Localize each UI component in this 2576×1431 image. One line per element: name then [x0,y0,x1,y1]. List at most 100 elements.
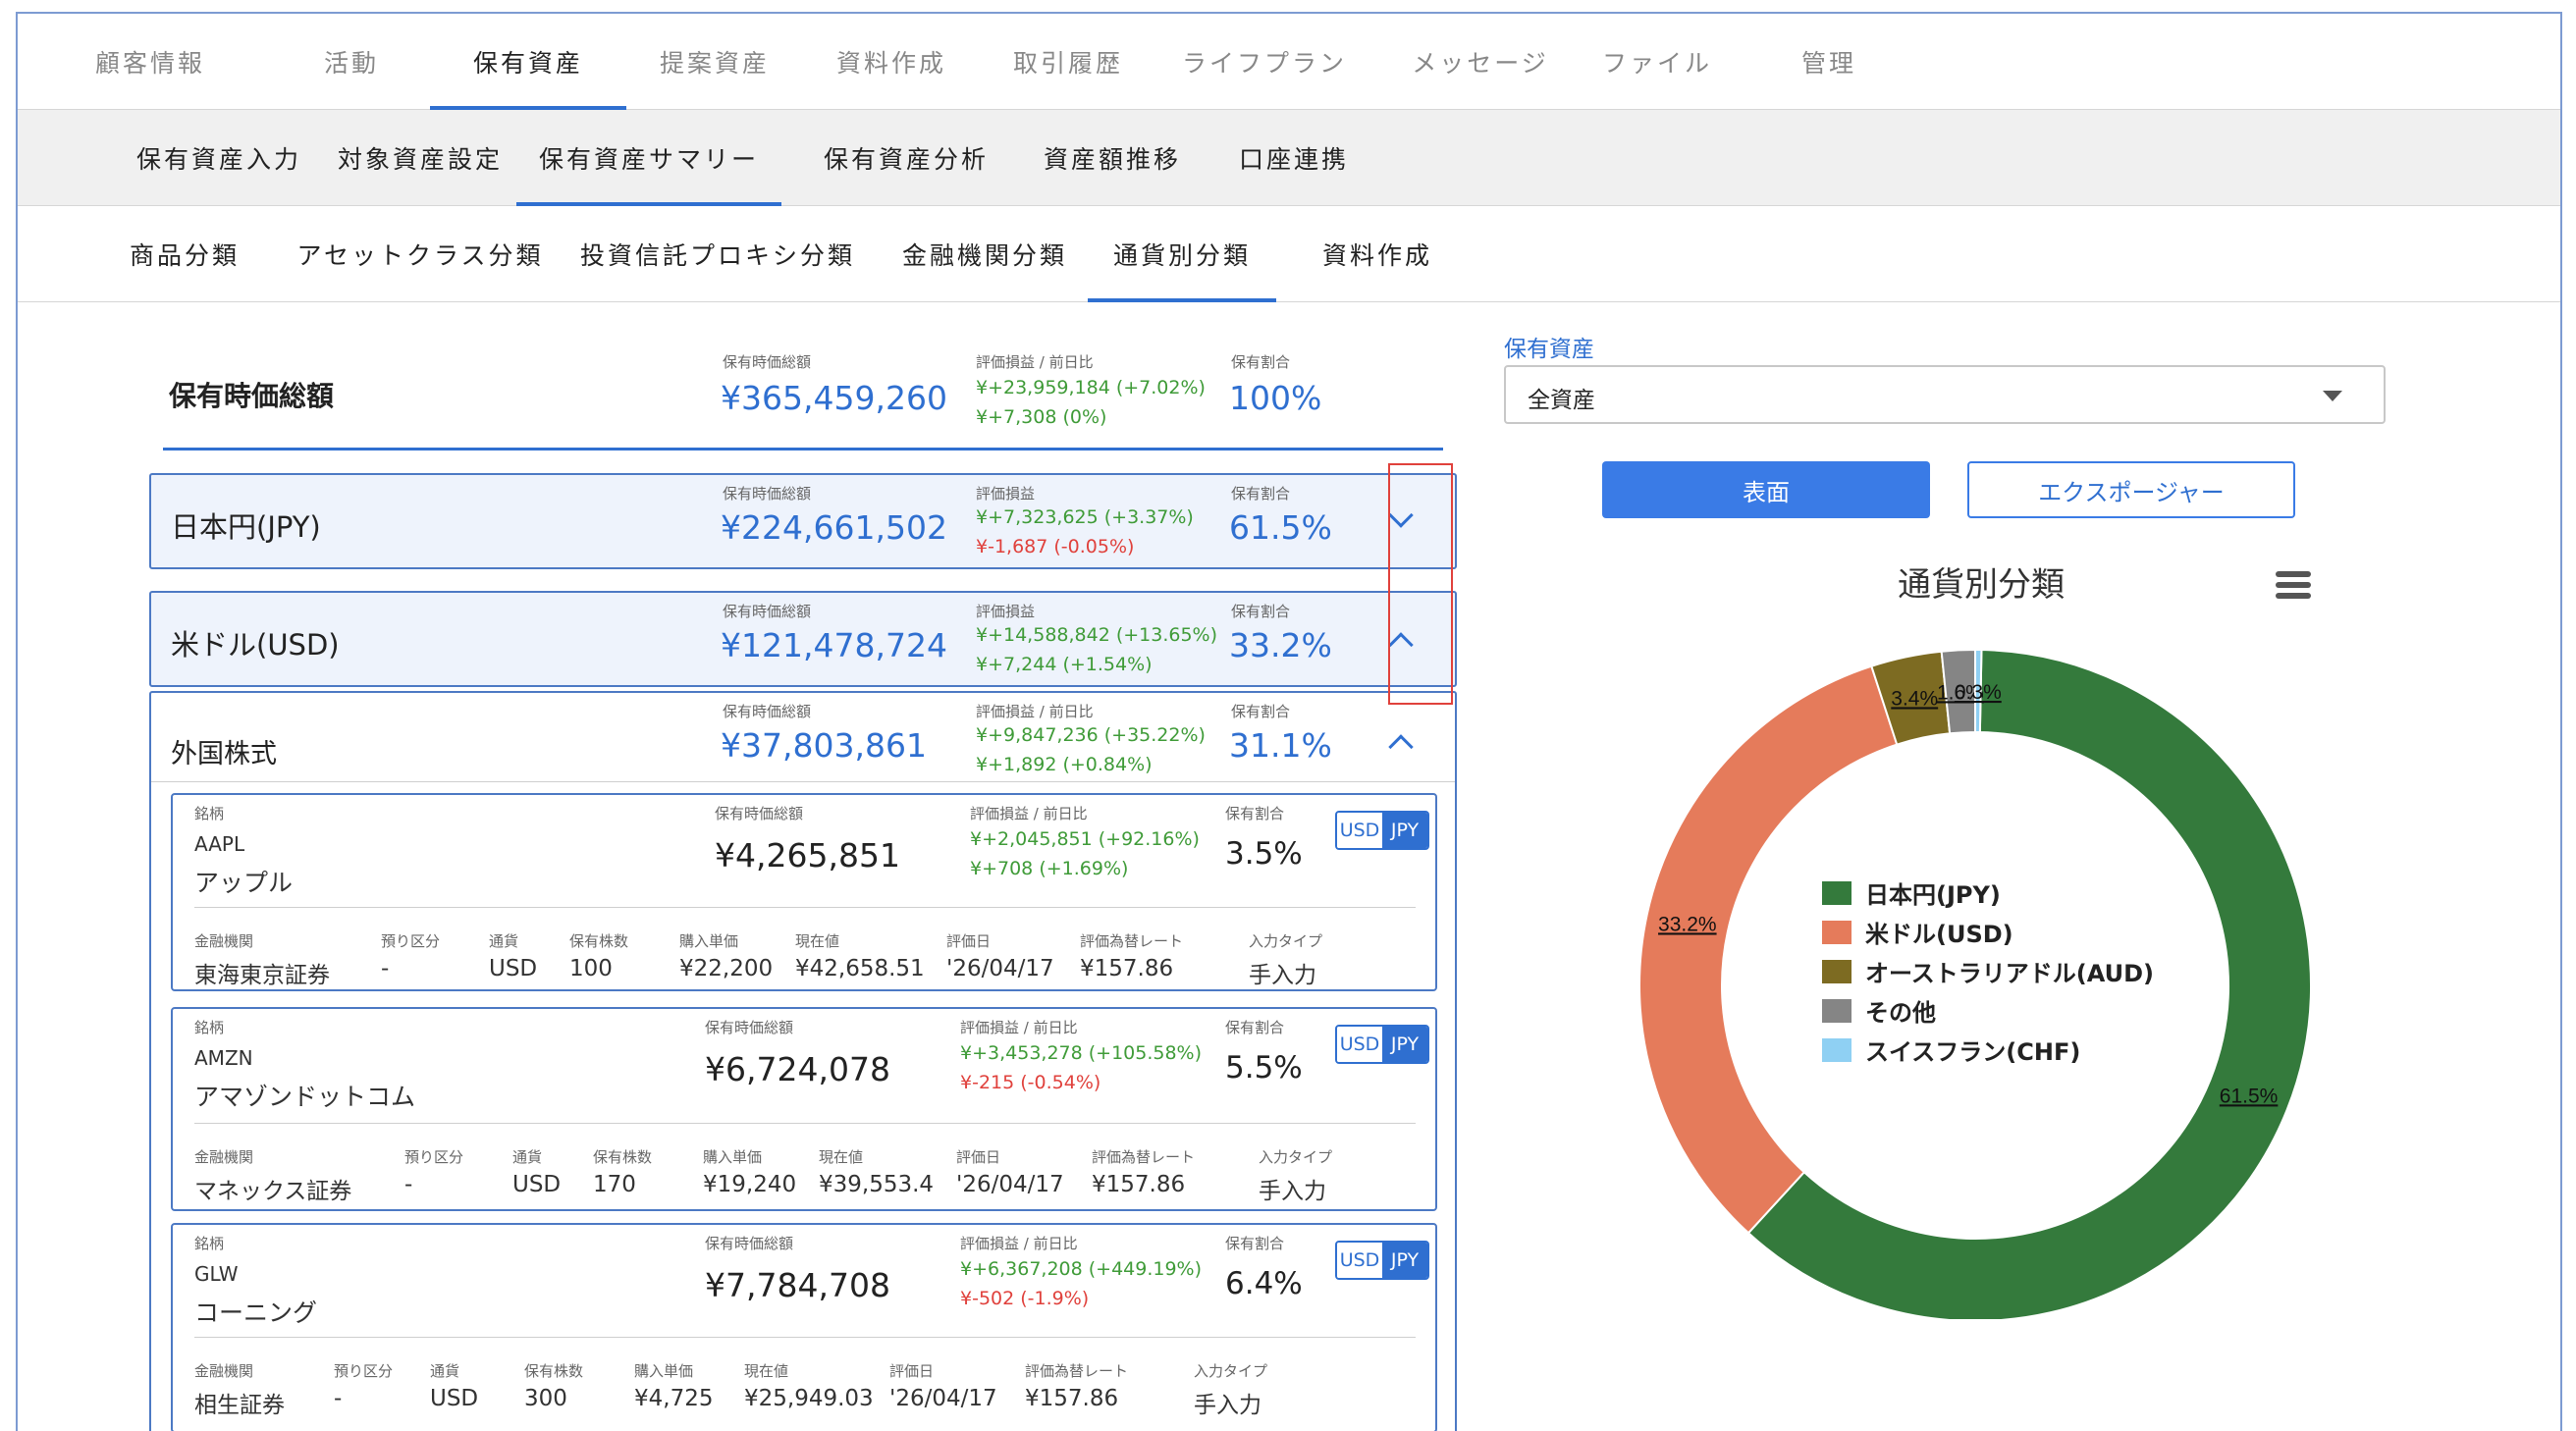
fx-value: ¥157.86 [1025,1386,1119,1411]
donut-slice-1[interactable] [1638,664,1899,1235]
holding-card-aapl[interactable]: 銘柄 AAPL アップル 保有時価総額 ¥4,265,851 評価損益 / 前日… [171,793,1437,991]
legend-swatch [1822,1037,1852,1062]
tab-files[interactable]: ファイル [1579,14,1736,109]
chevron-up-icon[interactable] [1388,734,1414,760]
toggle-usd[interactable]: USD [1337,1027,1382,1062]
chart-menu-icon[interactable] [2276,571,2311,601]
subtab-asset-class[interactable]: アセットクラス分類 [283,206,558,301]
subtab-fund-proxy[interactable]: 投資信託プロキシ分類 [575,206,860,301]
toggle-jpy[interactable]: JPY [1382,813,1427,848]
ticker: AMZN [194,1046,253,1070]
fx-label: 評価為替レート [1092,1148,1196,1166]
tab-lifeplan[interactable]: ライフプラン [1166,14,1363,109]
group-ratio: 33.2% [1229,626,1332,664]
legend-swatch [1822,880,1852,905]
currency-toggle[interactable]: USD JPY [1335,1241,1429,1280]
group-ratio: 31.1% [1229,726,1332,765]
currency-group-usd[interactable]: 米ドル(USD) 保有時価総額 ¥121,478,724 評価損益 ¥+14,5… [149,591,1457,687]
inst-label: 金融機関 [194,1148,254,1166]
subtab-target-settings[interactable]: 対象資産設定 [322,110,518,205]
tab-proposal[interactable]: 提案資産 [636,14,793,109]
group-pl-label: 評価損益 [976,603,1036,620]
legend-label: 日本円(JPY) [1865,881,2001,909]
subtab-product[interactable]: 商品分類 [106,206,263,301]
subtab-holding-input[interactable]: 保有資産入力 [106,110,332,205]
holding-card-amzn[interactable]: 銘柄 AMZN アマゾンドットコム 保有時価総額 ¥6,724,078 評価損益… [171,1007,1437,1211]
subtab-account-link[interactable]: 口座連携 [1210,110,1377,205]
donut-label-4: 0.3% [1955,681,2002,704]
exposure-view-button[interactable]: エクスポージャー [1967,461,2295,518]
current-value: ¥39,553.4 [819,1172,935,1197]
subtab-holding-analysis[interactable]: 保有資産分析 [803,110,1009,205]
subtab-currency[interactable]: 通貨別分類 [1088,206,1276,302]
currency-group-jpy[interactable]: 日本円(JPY) 保有時価総額 ¥224,661,502 評価損益 ¥+7,32… [149,473,1457,569]
legend-label: オーストラリアドル(AUD) [1865,960,2154,987]
currency-toggle[interactable]: USD JPY [1335,811,1429,850]
legend-item-1[interactable]: 米ドル(USD) [1822,915,2013,949]
deposit-value: - [404,1172,413,1197]
shares-label: 保有株数 [593,1148,653,1166]
subtab-asset-trend[interactable]: 資産額推移 [1014,110,1210,205]
summary-divider [163,448,1443,450]
tab-messages[interactable]: メッセージ [1382,14,1579,109]
tab-customer-info[interactable]: 顧客情報 [77,14,224,109]
currency-toggle[interactable]: USD JPY [1335,1025,1429,1064]
fx-value: ¥157.86 [1080,956,1174,981]
inst-label: 金融機関 [194,932,254,950]
donut-label-2: 3.4% [1891,687,1938,710]
current-value: ¥25,949.03 [744,1386,874,1411]
toggle-usd[interactable]: USD [1337,1243,1382,1278]
summary-ratio: 100% [1229,379,1322,417]
surface-view-button[interactable]: 表面 [1602,461,1930,518]
group-name: 外国株式 [171,739,277,769]
input-label: 入力タイプ [1249,932,1323,950]
date-label: 評価日 [889,1362,935,1380]
fx-label: 評価為替レート [1025,1362,1129,1380]
holding-name: アップル [194,869,294,897]
subtab-report[interactable]: 資料作成 [1294,206,1461,301]
holding-ratio: 6.4% [1225,1266,1303,1301]
current-label: 現在値 [819,1148,864,1166]
holding-value: ¥7,784,708 [705,1266,890,1304]
legend-item-4[interactable]: スイスフラン(CHF) [1822,1033,2080,1067]
pl-label: 評価損益 / 前日比 [970,805,1088,822]
summary-value-label: 保有時価総額 [723,353,812,371]
highlight-box [1388,463,1453,705]
holding-daily: ¥-502 (-1.9%) [960,1288,1090,1309]
legend-label: 米ドル(USD) [1865,921,2013,948]
toggle-jpy[interactable]: JPY [1382,1243,1427,1278]
holding-ratio: 5.5% [1225,1050,1303,1086]
group-daily: ¥-1,687 (-0.05%) [976,536,1135,557]
buy-label: 購入単価 [703,1148,763,1166]
summary-value: ¥365,459,260 [721,379,947,417]
holding-name: アマゾンドットコム [194,1083,416,1111]
toggle-usd[interactable]: USD [1337,813,1382,848]
holding-card-glw[interactable]: 銘柄 GLW コーニング 保有時価総額 ¥7,784,708 評価損益 / 前日… [171,1223,1437,1431]
shares-label: 保有株数 [524,1362,584,1380]
ticker: GLW [194,1262,239,1286]
deposit-value: - [381,956,390,981]
toggle-jpy[interactable]: JPY [1382,1027,1427,1062]
tab-transactions[interactable]: 取引履歴 [990,14,1147,109]
donut-label-1: 33.2% [1658,913,1717,935]
tab-holdings[interactable]: 保有資産 [430,14,626,110]
tertiary-nav: 商品分類 アセットクラス分類 投資信託プロキシ分類 金融機関分類 通貨別分類 資… [18,206,2560,302]
subtab-institution[interactable]: 金融機関分類 [891,206,1078,301]
holding-ratio: 3.5% [1225,836,1303,872]
tab-admin[interactable]: 管理 [1765,14,1893,109]
group-value: ¥37,803,861 [721,726,927,765]
tab-activity[interactable]: 活動 [288,14,415,109]
caret-down-icon [2323,391,2342,401]
group-pl-label: 評価損益 [976,485,1036,503]
date-value: '26/04/17 [946,956,1054,981]
group-ratio-label: 保有割合 [1231,485,1291,503]
ratio-label: 保有割合 [1225,1235,1285,1252]
shares-label: 保有株数 [569,932,629,950]
holdings-select[interactable]: 全資産 [1504,365,2386,424]
subtab-holding-summary[interactable]: 保有資産サマリー [516,110,781,206]
legend-item-0[interactable]: 日本円(JPY) [1822,875,2001,910]
tab-documents[interactable]: 資料作成 [813,14,970,109]
legend-item-3[interactable]: その他 [1822,993,1936,1028]
legend-item-2[interactable]: オーストラリアドル(AUD) [1822,954,2154,988]
group-pl: ¥+14,588,842 (+13.65%) [976,624,1218,646]
